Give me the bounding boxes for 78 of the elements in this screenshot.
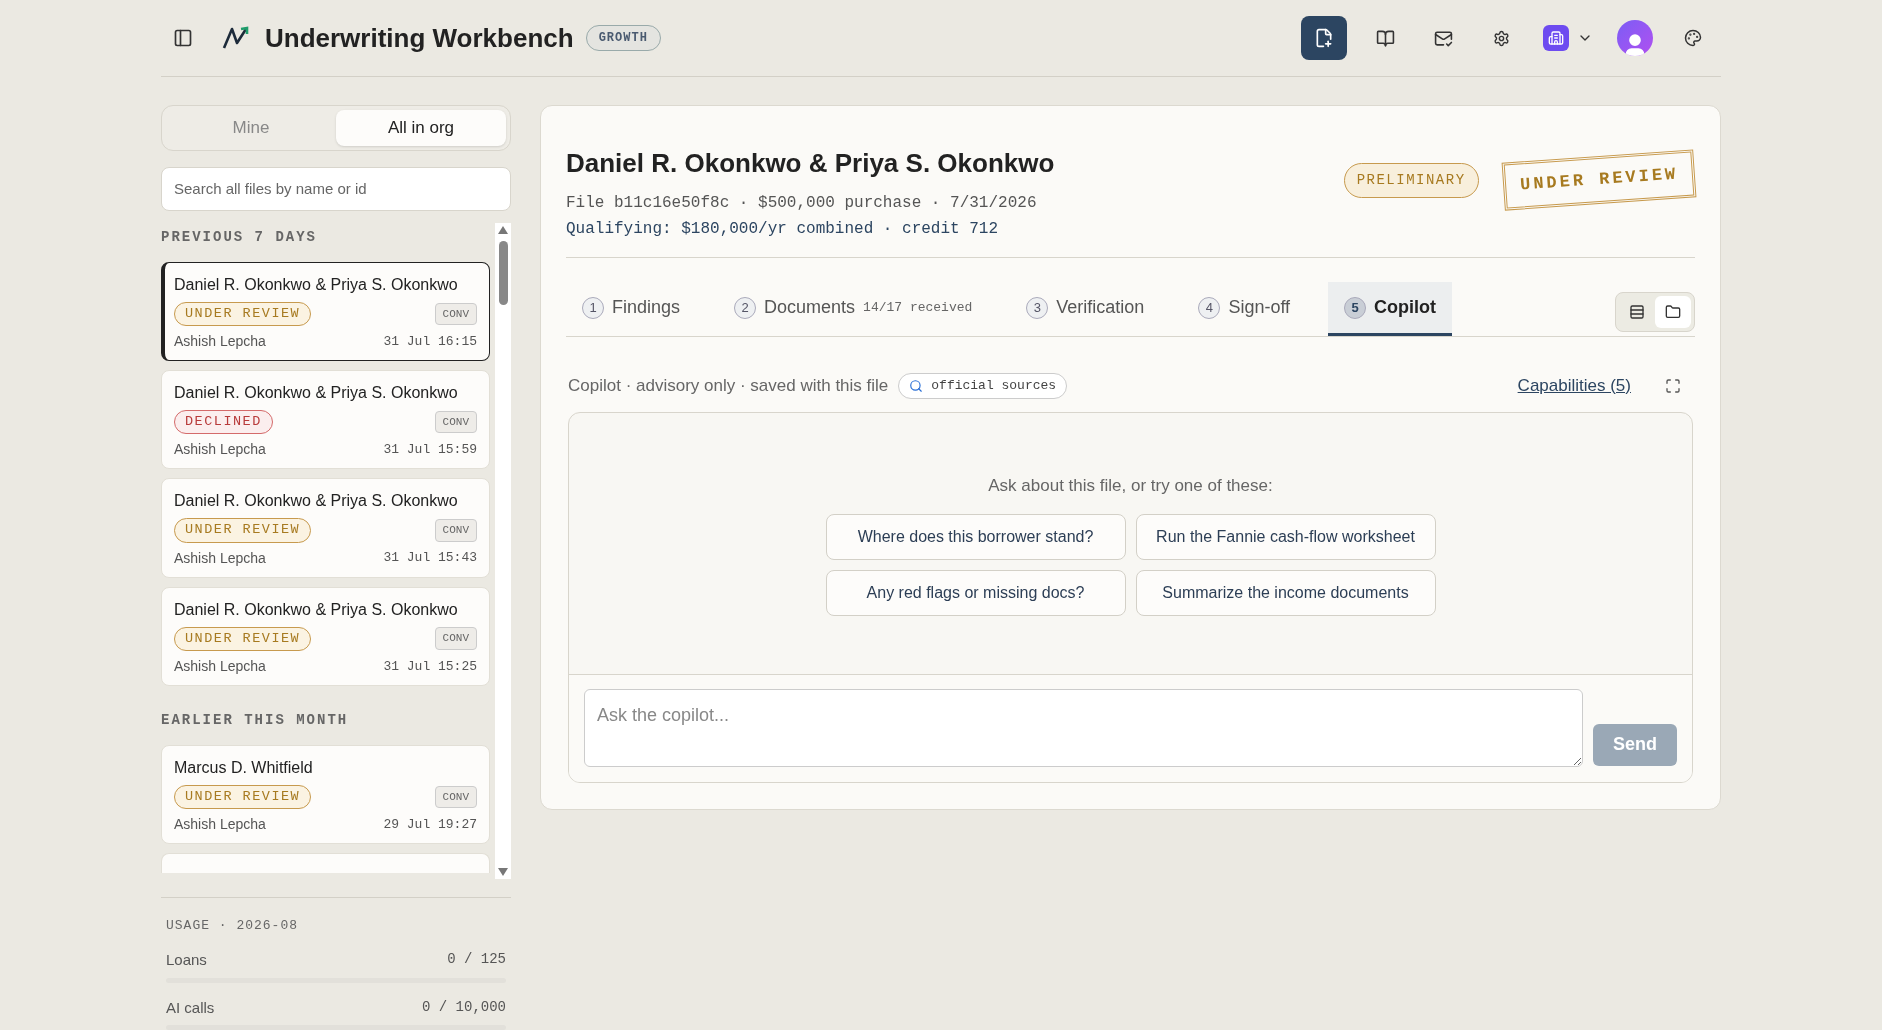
scrollbar[interactable] — [495, 222, 511, 879]
suggestion-button[interactable]: Run the Fannie cash-flow worksheet — [1135, 514, 1436, 560]
status-badge: UNDER REVIEW — [174, 626, 312, 651]
rows-icon — [1629, 304, 1645, 320]
qualifying-info: Qualifying: $180,000/yr combined · credit 712 — [566, 219, 1000, 240]
owner-name: Ashish Lepcha — [174, 548, 266, 568]
updated-time: 31 Jul 16:15 — [383, 332, 477, 351]
step-tab[interactable]: 2 Documents 14/17 received — [718, 282, 989, 336]
owner-name: Ashish Lepcha — [174, 656, 266, 676]
file-plus-icon — [1314, 28, 1334, 48]
loan-type-tag: CONV — [434, 785, 477, 809]
owner-name: Ashish Lepcha — [174, 440, 266, 460]
file-card[interactable]: Daniel R. Okonkwo & Priya S. Okonkwo UNDER REVIEW CONV Ashish Lepcha 31 Jul 15:43 — [161, 478, 490, 578]
scope-tab[interactable]: All in org — [336, 110, 506, 146]
building-icon — [1543, 25, 1569, 51]
meter-reading: 0 / 10,000 — [422, 997, 506, 1017]
step-tab[interactable]: 4 Sign-off — [1182, 282, 1307, 336]
gear-icon — [1492, 29, 1510, 47]
borrower-name: Daniel R. Okonkwo & Priya S. Okonkwo — [174, 274, 459, 295]
file-card[interactable]: Marcus D. Whitfield UNDER REVIEW CONV Ashish Lepcha 29 Jul 19:27 — [161, 744, 490, 845]
step-tab[interactable]: 5 Copilot — [1328, 282, 1453, 336]
search-field[interactable]: Search all files by name or id — [161, 166, 511, 211]
meter-reading: 0 / 125 — [447, 950, 506, 969]
sources-chip: official sources — [898, 373, 1068, 399]
file-card[interactable]: Daniel R. Okonkwo & Priya S. Okonkwo DECLINED CONV Ashish Lepcha 31 Jul 15:59 — [161, 370, 490, 470]
owner-name: Ashish Lepcha — [174, 815, 266, 835]
group-heading: PREVIOUS 7 DAYS — [161, 227, 319, 247]
scroll-down-icon[interactable] — [497, 866, 509, 877]
suggestion-button[interactable]: Any red flags or missing docs? — [825, 570, 1126, 616]
updated-time: 31 Jul 15:43 — [383, 549, 477, 568]
file-card[interactable]: Daniel R. Okonkwo & Priya S. Okonkwo UNDER REVIEW CONV Ashish Lepcha 31 Jul 15:25 — [161, 586, 490, 686]
status-badge: DECLINED — [174, 410, 273, 435]
expand-icon[interactable] — [1665, 377, 1681, 394]
message-input[interactable]: Ask the copilot... — [584, 688, 1583, 767]
mail-check-icon — [1433, 28, 1453, 48]
borrower-name: Daniel R. Okonkwo & Priya S. Okonkwo — [174, 599, 459, 620]
updated-time: 29 Jul 19:27 — [383, 815, 477, 834]
file-meta: File b11c16e50f8c · $500,000 purchase · 7/31/2026 — [566, 193, 1038, 214]
avatar-icon — [1617, 20, 1653, 56]
borrower-name: Daniel R. Okonkwo & Priya S. Okonkwo — [174, 491, 459, 512]
capabilities-link[interactable]: Capabilities (5) — [1517, 373, 1631, 399]
owner-name: Ashish Lepcha — [174, 332, 266, 352]
updated-time: 31 Jul 15:59 — [383, 441, 477, 460]
loan-type-tag: CONV — [434, 302, 477, 326]
group-heading: EARLIER THIS MONTH — [161, 710, 350, 730]
scrollbar-thumb[interactable] — [498, 240, 508, 305]
meter-label: AI calls — [166, 997, 215, 1018]
loan-type-tag: CONV — [434, 627, 477, 650]
book-icon — [1375, 28, 1395, 48]
scroll-up-icon[interactable] — [497, 224, 509, 235]
search-icon — [909, 378, 924, 393]
new-file-button[interactable] — [1301, 16, 1347, 60]
copilot-note: Copilot · advisory only · saved with this file — [568, 375, 889, 397]
file-card[interactable]: Daniel R. Okonkwo & Priya S. Okonkwo UNDER REVIEW CONV Ashish Lepcha 31 Jul 16:15 — [161, 261, 490, 362]
loan-type-tag: CONV — [434, 410, 477, 434]
folder-icon — [1665, 304, 1681, 320]
palette-icon — [1684, 29, 1702, 47]
plan-badge: GROWTH — [585, 25, 661, 51]
suggestion-button[interactable]: Summarize the income documents — [1135, 570, 1436, 616]
status-badge: UNDER REVIEW — [174, 301, 312, 327]
updated-time: 31 Jul 15:25 — [383, 657, 477, 676]
usage-heading: USAGE · 2026-08 — [166, 916, 300, 935]
sidebar-toggle-icon[interactable] — [173, 28, 193, 48]
loan-type-tag: CONV — [434, 519, 477, 542]
borrower-name: Marcus D. Whitfield — [174, 757, 314, 778]
status-badge: UNDER REVIEW — [174, 518, 312, 543]
logo-icon — [221, 25, 251, 51]
borrower-name: Daniel R. Okonkwo & Priya S. Okonkwo — [174, 383, 459, 404]
status-badge: UNDER REVIEW — [174, 784, 312, 810]
step-tab[interactable]: 1 Findings — [566, 282, 697, 336]
app-title: Underwriting Workbench — [265, 21, 574, 55]
meter-label: Loans — [166, 950, 207, 970]
file-title: Daniel R. Okonkwo & Priya S. Okonkwo — [566, 147, 1055, 180]
preliminary-badge: PRELIMINARY — [1343, 163, 1479, 199]
suggestion-prompt: Ask about this file, or try one of these: — [988, 474, 1273, 497]
folder-view-button[interactable] — [1655, 296, 1691, 328]
suggestion-button[interactable]: Where does this borrower stand? — [825, 514, 1126, 560]
step-tab[interactable]: 3 Verification — [1010, 282, 1161, 336]
